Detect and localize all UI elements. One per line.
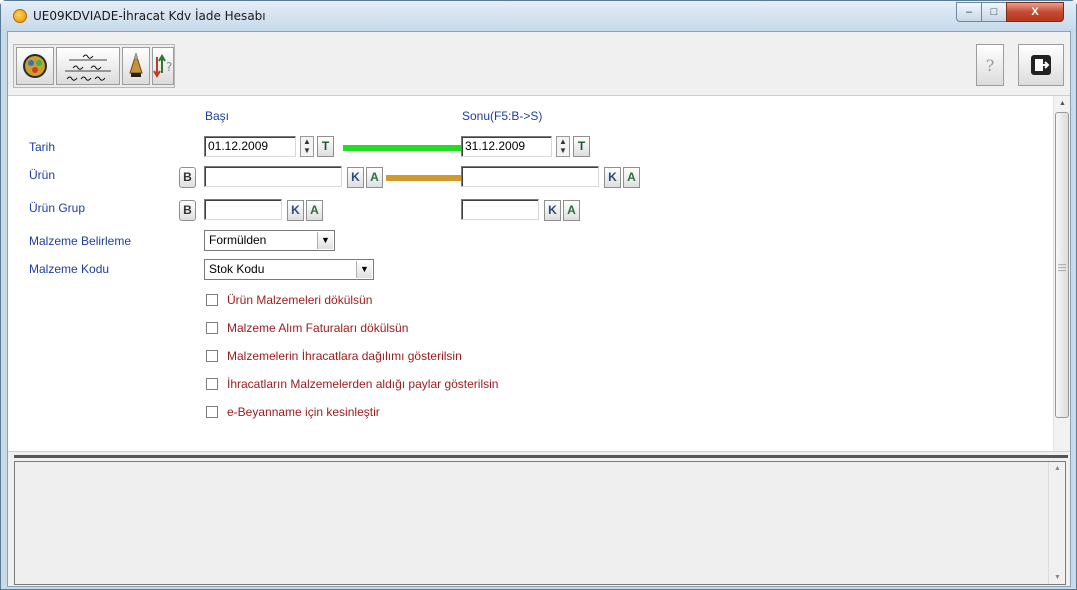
memo-vertical-scrollbar[interactable]: ▲ ▼ (1048, 462, 1065, 584)
urun-browse-button[interactable]: B (179, 167, 196, 188)
run-icon (23, 54, 47, 78)
app-window: UE09KDVIADE-İhracat Kdv İade Hesabı ‒ □ … (0, 0, 1077, 590)
toolbar-left-group: ? (13, 44, 175, 88)
bell-button[interactable] (122, 47, 150, 85)
tarih-start-today-button[interactable]: T (317, 136, 334, 157)
urun-label: Ürün (29, 168, 56, 182)
end-column-header: Sonu(F5:B->S) (462, 109, 543, 123)
help-icon: ? (985, 55, 995, 75)
tarih-end-input[interactable]: 31.12.2009 (461, 136, 552, 157)
tarih-start-spinner[interactable]: ▲ ▼ (300, 136, 314, 157)
urun-end-a-button[interactable]: A (623, 167, 640, 188)
signatures-button[interactable] (56, 47, 120, 85)
checkbox-row-ihracat-dagilimi[interactable]: Malzemelerin İhracatlara dağılımı göster… (206, 348, 462, 364)
tarih-start-input[interactable]: 01.12.2009 (204, 136, 296, 157)
malzeme-belirleme-value: Formülden (209, 233, 267, 247)
sort-help-button[interactable]: ? (152, 47, 174, 85)
run-button[interactable] (16, 47, 54, 85)
checkbox-row-e-beyanname[interactable]: e-Beyanname için kesinleştir (206, 404, 380, 420)
urun-grup-start-a-button[interactable]: A (306, 200, 323, 221)
checkbox-alim-faturalari[interactable] (206, 322, 218, 334)
splitter-line (14, 455, 1068, 458)
malzeme-kodu-label: Malzeme Kodu (29, 262, 110, 276)
panel-splitter[interactable] (8, 451, 1070, 461)
scroll-up-icon[interactable]: ▲ (1054, 100, 1071, 107)
checkbox-ihracat-dagilimi[interactable] (206, 350, 218, 362)
urun-grup-label: Ürün Grup (29, 201, 86, 215)
urun-grup-browse-button[interactable]: B (179, 200, 196, 221)
checkbox-label: Malzemelerin İhracatlara dağılımı göster… (227, 349, 462, 363)
scroll-down-icon[interactable]: ▼ (1049, 574, 1066, 581)
form-vertical-scrollbar[interactable]: ▲ ― ― ― (1053, 96, 1070, 451)
checkbox-e-beyanname[interactable] (206, 406, 218, 418)
tarih-end-spinner[interactable]: ▲ ▼ (556, 136, 570, 157)
sort-help-icon: ? (153, 54, 172, 78)
tarih-range-bar (343, 145, 462, 151)
urun-start-k-button[interactable]: K (347, 167, 364, 188)
signatures-icon (65, 54, 111, 81)
exit-icon (1031, 55, 1051, 75)
minimize-button[interactable]: ‒ (956, 2, 982, 22)
chevron-down-icon[interactable]: ▼ (356, 261, 372, 278)
urun-grup-end-k-button[interactable]: K (544, 200, 561, 221)
toolbar: ? ? (8, 32, 1070, 96)
bell-icon (129, 52, 143, 77)
title-bar[interactable]: UE09KDVIADE-İhracat Kdv İade Hesabı ‒ □ … (1, 1, 1076, 31)
checkbox-malzeme-paylari[interactable] (206, 378, 218, 390)
malzeme-belirleme-label: Malzeme Belirleme (29, 234, 132, 248)
urun-grup-end-a-button[interactable]: A (563, 200, 580, 221)
maximize-button[interactable]: □ (981, 2, 1007, 22)
start-column-header: Başı (205, 109, 230, 123)
urun-grup-start-k-button[interactable]: K (287, 200, 304, 221)
urun-start-input[interactable] (204, 166, 342, 187)
svg-text:?: ? (166, 60, 172, 74)
malzeme-kodu-select[interactable]: Stok Kodu ▼ (204, 259, 374, 280)
urun-end-k-button[interactable]: K (604, 167, 621, 188)
checkbox-row-urun-malzemeleri[interactable]: Ürün Malzemeleri dökülsün (206, 292, 372, 308)
checkbox-row-malzeme-paylari[interactable]: İhracatların Malzemelerden aldığı paylar… (206, 376, 498, 392)
checkbox-label: e-Beyanname için kesinleştir (227, 405, 380, 419)
chevron-down-icon[interactable]: ▼ (317, 232, 333, 249)
window-title: UE09KDVIADE-İhracat Kdv İade Hesabı (33, 9, 266, 23)
app-icon (13, 9, 27, 23)
exit-button[interactable] (1018, 44, 1064, 86)
urun-grup-end-input[interactable] (461, 199, 539, 220)
checkbox-label: Ürün Malzemeleri dökülsün (227, 293, 373, 307)
malzeme-belirleme-select[interactable]: Formülden ▼ (204, 230, 335, 251)
urun-end-input[interactable] (461, 166, 599, 187)
output-memo[interactable]: ▲ ▼ (14, 461, 1066, 585)
close-button[interactable]: X (1006, 2, 1064, 22)
checkbox-label: Malzeme Alım Faturaları dökülsün (227, 321, 409, 335)
checkbox-label: İhracatların Malzemelerden aldığı paylar… (227, 377, 499, 391)
client-area: ? ? Başı Sonu(F5:B->S) Tarih 01.12.2009 (7, 31, 1071, 587)
scroll-up-icon[interactable]: ▲ (1049, 465, 1066, 472)
tarih-label: Tarih (29, 140, 56, 154)
urun-range-bar (386, 175, 462, 181)
urun-grup-start-input[interactable] (204, 199, 282, 220)
grip-icon: ― ― ― (1058, 260, 1066, 275)
checkbox-urun-malzemeleri[interactable] (206, 294, 218, 306)
malzeme-kodu-value: Stok Kodu (209, 262, 265, 276)
checkbox-row-alim-faturalari[interactable]: Malzeme Alım Faturaları dökülsün (206, 320, 408, 336)
tarih-end-today-button[interactable]: T (573, 136, 590, 157)
scrollbar-thumb[interactable]: ― ― ― (1055, 112, 1069, 418)
urun-start-a-button[interactable]: A (366, 167, 383, 188)
help-button[interactable]: ? (976, 44, 1004, 86)
parameters-form: Başı Sonu(F5:B->S) Tarih 01.12.2009 ▲ ▼ T… (8, 96, 1070, 451)
